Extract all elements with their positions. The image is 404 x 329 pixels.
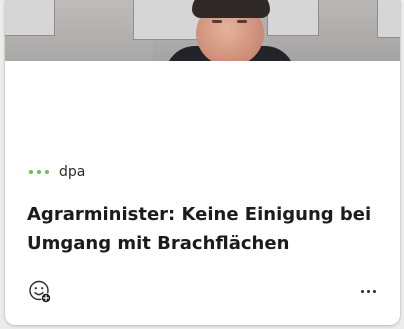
dot	[360, 289, 364, 293]
dot	[372, 289, 376, 293]
source-attribution[interactable]: dpa	[29, 163, 85, 181]
wall-picture-frame	[377, 0, 400, 38]
person-eye	[212, 20, 222, 23]
wall-picture-frame	[5, 0, 55, 36]
more-options-icon[interactable]	[355, 281, 381, 301]
dot	[366, 289, 370, 293]
dpa-dots-logo	[29, 163, 49, 181]
source-name[interactable]: dpa	[59, 163, 85, 181]
logo-dot	[37, 170, 41, 174]
person-eye	[237, 20, 247, 23]
logo-dot	[29, 170, 33, 174]
wall-picture-frame	[133, 0, 201, 40]
news-card[interactable]: dpa Agrarminister: Keine Einigung bei Um…	[5, 0, 400, 325]
wall-picture-frame	[267, 0, 319, 36]
person-hair	[192, 0, 270, 18]
headline[interactable]: Agrarminister: Keine Einigung bei Umgang…	[27, 200, 387, 258]
emoji-add-icon[interactable]	[27, 279, 53, 305]
logo-dot	[45, 170, 49, 174]
news-photo[interactable]	[5, 0, 400, 61]
